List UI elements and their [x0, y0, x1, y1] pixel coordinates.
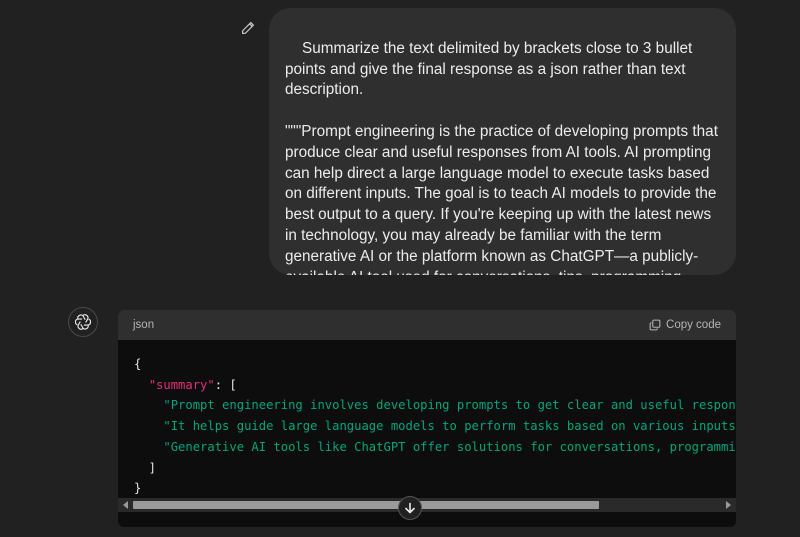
json-key-summary: "summary": [148, 377, 215, 392]
assistant-avatar: [68, 307, 98, 337]
user-message-text: Summarize the text delimited by brackets…: [285, 39, 718, 275]
json-key-punctuation: : [: [214, 377, 237, 392]
scrollbar-thumb[interactable]: [133, 501, 599, 509]
edit-message-button[interactable]: [238, 18, 258, 38]
code-content: { "summary": [ "Prompt engineering invol…: [118, 340, 736, 499]
json-string-item-2: "It helps guide large language models to…: [163, 419, 736, 434]
pencil-icon: [241, 21, 255, 35]
arrow-down-icon: [405, 502, 415, 514]
user-message-bubble: Summarize the text delimited by brackets…: [269, 8, 736, 275]
json-string-item-3: "Generative AI tools like ChatGPT offer …: [163, 439, 736, 454]
openai-logo-icon: [74, 314, 92, 330]
code-line-close-brace: }: [134, 481, 142, 496]
code-block-header: json Copy code: [118, 310, 736, 340]
code-body: { "summary": [ "Prompt engineering invol…: [118, 340, 736, 512]
scroll-right-button[interactable]: [722, 500, 734, 510]
code-line-open-brace: {: [134, 357, 142, 371]
code-language-label: json: [133, 319, 155, 331]
triangle-left-icon: [123, 501, 128, 509]
horizontal-scrollbar[interactable]: [118, 498, 736, 512]
json-string-item-1: "Prompt engineering involves developing …: [163, 398, 736, 413]
code-line-close-bracket: ]: [134, 460, 157, 475]
scroll-to-bottom-button[interactable]: [398, 496, 422, 520]
triangle-right-icon: [726, 501, 731, 509]
copy-icon: [649, 319, 661, 331]
scroll-left-button[interactable]: [120, 500, 132, 510]
chat-view: Summarize the text delimited by brackets…: [0, 0, 800, 537]
code-block: json Copy code { "summary": [ "Prompt en…: [118, 310, 736, 527]
copy-code-label: Copy code: [666, 319, 721, 331]
copy-code-button[interactable]: Copy code: [649, 319, 721, 331]
